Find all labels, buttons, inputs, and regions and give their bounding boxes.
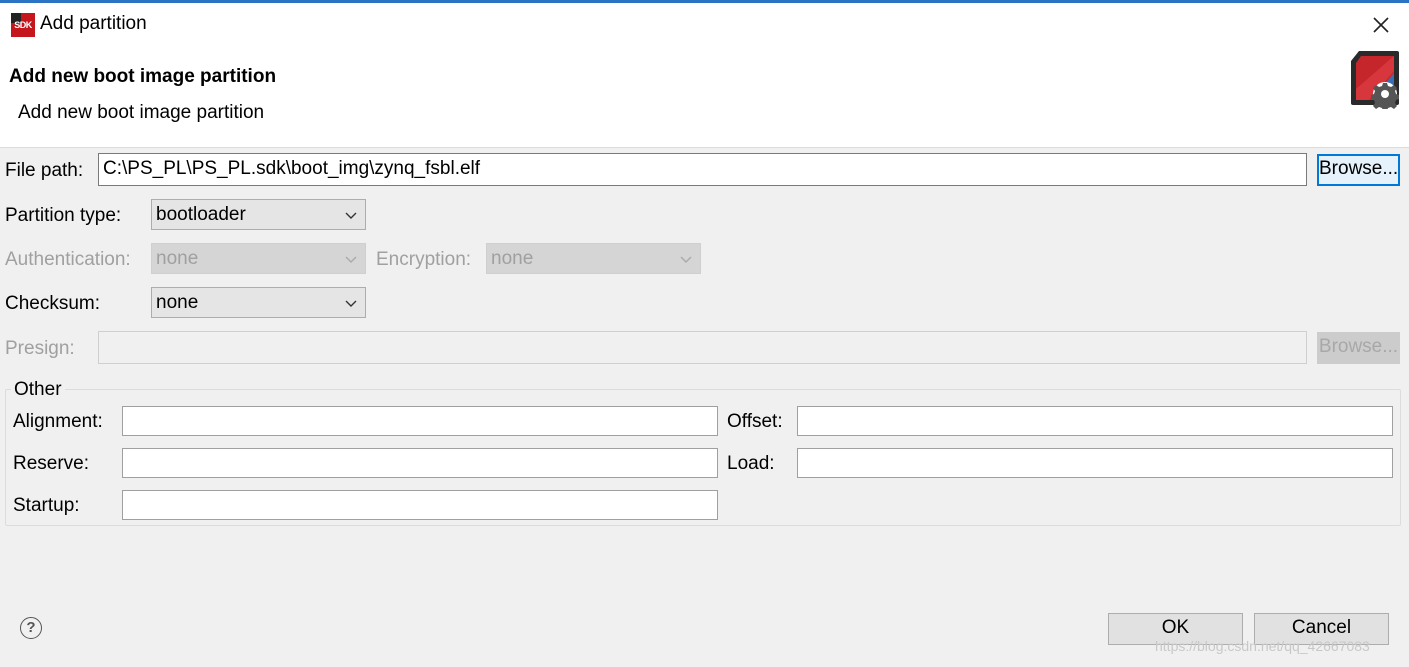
authentication-value: none (156, 248, 199, 269)
startup-input[interactable] (122, 490, 718, 520)
chevron-down-icon (680, 256, 692, 263)
load-input[interactable] (797, 448, 1393, 478)
taskbar-strip (0, 0, 1409, 3)
close-icon[interactable] (1368, 12, 1394, 38)
presign-browse-button[interactable]: Browse... (1317, 332, 1400, 364)
dialog-banner (0, 50, 1409, 148)
watermark-text: https://blog.csdn.net/qq_42667083 (1155, 638, 1370, 654)
banner-description: Add new boot image partition (18, 102, 265, 123)
authentication-select[interactable]: none (151, 243, 366, 274)
authentication-label: Authentication: (5, 249, 131, 270)
chevron-down-icon (345, 300, 357, 307)
load-label: Load: (727, 453, 775, 474)
presign-label: Presign: (5, 338, 75, 359)
checksum-value: none (156, 292, 199, 313)
other-group-title: Other (11, 379, 65, 401)
offset-input[interactable] (797, 406, 1393, 436)
help-icon[interactable]: ? (20, 617, 42, 639)
banner-title: Add new boot image partition (9, 66, 277, 87)
title-bar (0, 0, 1409, 50)
reserve-input[interactable] (122, 448, 718, 478)
reserve-label: Reserve: (13, 453, 90, 474)
chevron-down-icon (345, 212, 357, 219)
sdk-app-icon: SDK (11, 13, 35, 37)
partition-type-value: bootloader (156, 204, 246, 225)
encryption-value: none (491, 248, 534, 269)
partition-type-label: Partition type: (5, 205, 122, 226)
encryption-select[interactable]: none (486, 243, 701, 274)
encryption-label: Encryption: (376, 249, 472, 270)
checksum-label: Checksum: (5, 293, 101, 314)
startup-label: Startup: (13, 495, 80, 516)
sd-card-gear-icon (1349, 49, 1403, 111)
app-icon-text: SDK (14, 20, 32, 30)
offset-label: Offset: (727, 411, 783, 432)
alignment-label: Alignment: (13, 411, 103, 432)
partition-type-select[interactable]: bootloader (151, 199, 366, 230)
window-title: Add partition (40, 13, 147, 34)
alignment-input[interactable] (122, 406, 718, 436)
presign-input[interactable] (98, 331, 1307, 364)
file-path-label: File path: (5, 160, 84, 181)
checksum-select[interactable]: none (151, 287, 366, 318)
file-path-input[interactable]: C:\PS_PL\PS_PL.sdk\boot_img\zynq_fsbl.el… (98, 153, 1307, 186)
browse-button[interactable]: Browse... (1317, 154, 1400, 186)
chevron-down-icon (345, 256, 357, 263)
